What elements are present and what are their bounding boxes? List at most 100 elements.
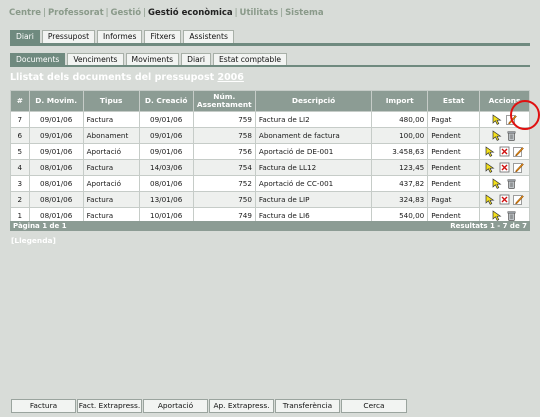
cell-accions (479, 175, 530, 192)
row-actions (483, 194, 526, 205)
main-tabs: Diari Pressupost Informes Fitxers Assist… (10, 30, 234, 43)
cancel-x-icon[interactable] (499, 194, 510, 205)
pointer-select-icon[interactable] (485, 194, 496, 205)
table-row: 7 09/01/06 Factura 09/01/06 759 Factura de LI… (10, 111, 530, 128)
tab-assistents[interactable]: Assistents (183, 30, 234, 43)
cell-d-movim: 08/01/06 (28, 191, 84, 208)
legend-link[interactable]: [Llegenda] (11, 236, 56, 245)
cell-number: 3 (10, 175, 30, 192)
cell-import: 324,83 (371, 191, 429, 208)
table-row: 3 08/01/06 Aportació 08/01/06 752 Aportació d… (10, 175, 530, 192)
nav-professorat[interactable]: Professorat (48, 8, 104, 18)
trash-delete-icon[interactable] (506, 178, 517, 189)
table-row: 6 09/01/06 Abonament 09/01/06 758 Abonament d… (10, 127, 530, 144)
nav-sistema[interactable]: Sistema (285, 8, 324, 18)
cell-descripcio: Aportació de CC-001 (254, 175, 373, 192)
col-header-num-assentament[interactable]: Núm. Assentament (192, 90, 256, 112)
cell-estat: Pendent (427, 159, 481, 176)
cell-accions (479, 191, 530, 208)
cell-d-creacio: 09/01/06 (138, 143, 194, 160)
edit-pencil-icon[interactable] (513, 194, 524, 205)
cell-descripcio: Factura de LL12 (254, 159, 373, 176)
nav-gestio[interactable]: Gestió (111, 8, 142, 18)
pointer-select-icon[interactable] (492, 130, 503, 141)
nav-separator: | (234, 8, 238, 18)
col-header-d-creacio[interactable]: D. Creació (138, 90, 194, 112)
cell-d-movim: 09/01/06 (28, 127, 84, 144)
tab-diari[interactable]: Diari (10, 30, 40, 43)
cell-estat: Pendent (427, 143, 481, 160)
tab-fitxers[interactable]: Fitxers (144, 30, 182, 43)
cell-estat: Pagat (427, 191, 481, 208)
pointer-select-icon[interactable] (492, 210, 503, 221)
cell-d-creacio: 14/03/06 (138, 159, 194, 176)
cell-descripcio: Factura de LIP (254, 191, 373, 208)
results-count: Resultats 1 - 7 de 7 (450, 222, 527, 230)
pointer-select-icon[interactable] (492, 114, 503, 125)
pointer-select-icon[interactable] (492, 178, 503, 189)
row-actions (483, 178, 526, 189)
col-header-tipus[interactable]: Tipus (82, 90, 140, 112)
cell-number: 7 (10, 111, 30, 128)
cell-tipus: Factura (82, 159, 140, 176)
row-actions (483, 130, 526, 141)
tab-pressupost[interactable]: Pressupost (41, 30, 96, 43)
tab-informes[interactable]: Informes (97, 30, 143, 43)
cerca-button[interactable]: Cerca (341, 399, 407, 413)
cell-accions (479, 127, 530, 144)
cell-d-creacio: 13/01/06 (138, 191, 194, 208)
cell-d-creacio: 09/01/06 (138, 111, 194, 128)
nav-separator: | (143, 8, 147, 18)
cell-tipus: Aportació (82, 175, 140, 192)
cell-number: 6 (10, 127, 30, 144)
table-row: 5 09/01/06 Aportació 09/01/06 756 Aportació d… (10, 143, 530, 160)
nav-gestio-economica[interactable]: Gestió econòmica (148, 8, 233, 18)
cell-d-movim: 08/01/06 (28, 175, 84, 192)
cell-estat: Pendent (427, 127, 481, 144)
page-title: Llistat dels documents del pressupost 20… (10, 72, 244, 83)
cell-import: 480,00 (371, 111, 429, 128)
row-actions (483, 146, 526, 157)
cell-import: 3.458,63 (371, 143, 429, 160)
top-navigation: Centre | Professorat | Gestió | Gestió econòmi… (9, 8, 324, 18)
nav-utilitats[interactable]: Utilitats (240, 8, 279, 18)
col-header-descripcio[interactable]: Descripció (254, 90, 373, 112)
aportacio-button[interactable]: Aportació (143, 399, 208, 413)
highlight-circle (510, 100, 540, 130)
cell-d-movim: 09/01/06 (28, 111, 84, 128)
trash-delete-icon[interactable] (506, 130, 517, 141)
cell-d-creacio: 08/01/06 (138, 175, 194, 192)
edit-pencil-icon[interactable] (513, 146, 524, 157)
documents-table: # D. Movim. Tipus D. Creació Núm. Assent… (10, 90, 530, 224)
cell-import: 100,00 (371, 127, 429, 144)
edit-pencil-icon[interactable] (513, 162, 524, 173)
transferencia-button[interactable]: Transferència (275, 399, 340, 413)
cell-descripcio: Factura de LI2 (254, 111, 373, 128)
col-header-number[interactable]: # (10, 90, 30, 112)
col-header-estat[interactable]: Estat (427, 90, 481, 112)
cell-num-assentament: 750 (192, 191, 256, 208)
factura-button[interactable]: Factura (11, 399, 76, 413)
fact-extrapress-button[interactable]: Fact. Extrapress. (77, 399, 142, 413)
cell-number: 4 (10, 159, 30, 176)
cell-import: 123,45 (371, 159, 429, 176)
col-header-d-movim[interactable]: D. Movim. (28, 90, 84, 112)
page-indicator: Pàgina 1 de 1 (13, 222, 67, 230)
trash-delete-icon[interactable] (506, 210, 517, 221)
nav-centre[interactable]: Centre (9, 8, 41, 18)
ap-extrapress-button[interactable]: Ap. Extrapress. (209, 399, 274, 413)
nav-separator: | (280, 8, 284, 18)
table-footer: Pàgina 1 de 1 Resultats 1 - 7 de 7 (10, 221, 530, 231)
cell-estat: Pagat (427, 111, 481, 128)
cancel-x-icon[interactable] (499, 162, 510, 173)
pointer-select-icon[interactable] (485, 162, 496, 173)
year-link[interactable]: 2006 (217, 72, 243, 83)
pointer-select-icon[interactable] (485, 146, 496, 157)
main-tabs-underline (10, 43, 530, 46)
cell-tipus: Abonament (82, 127, 140, 144)
table-header: # D. Movim. Tipus D. Creació Núm. Assent… (10, 90, 530, 112)
table-row: 2 08/01/06 Factura 13/01/06 750 Factura de LI… (10, 191, 530, 208)
cell-num-assentament: 752 (192, 175, 256, 192)
cancel-x-icon[interactable] (499, 146, 510, 157)
col-header-import[interactable]: Import (371, 90, 429, 112)
